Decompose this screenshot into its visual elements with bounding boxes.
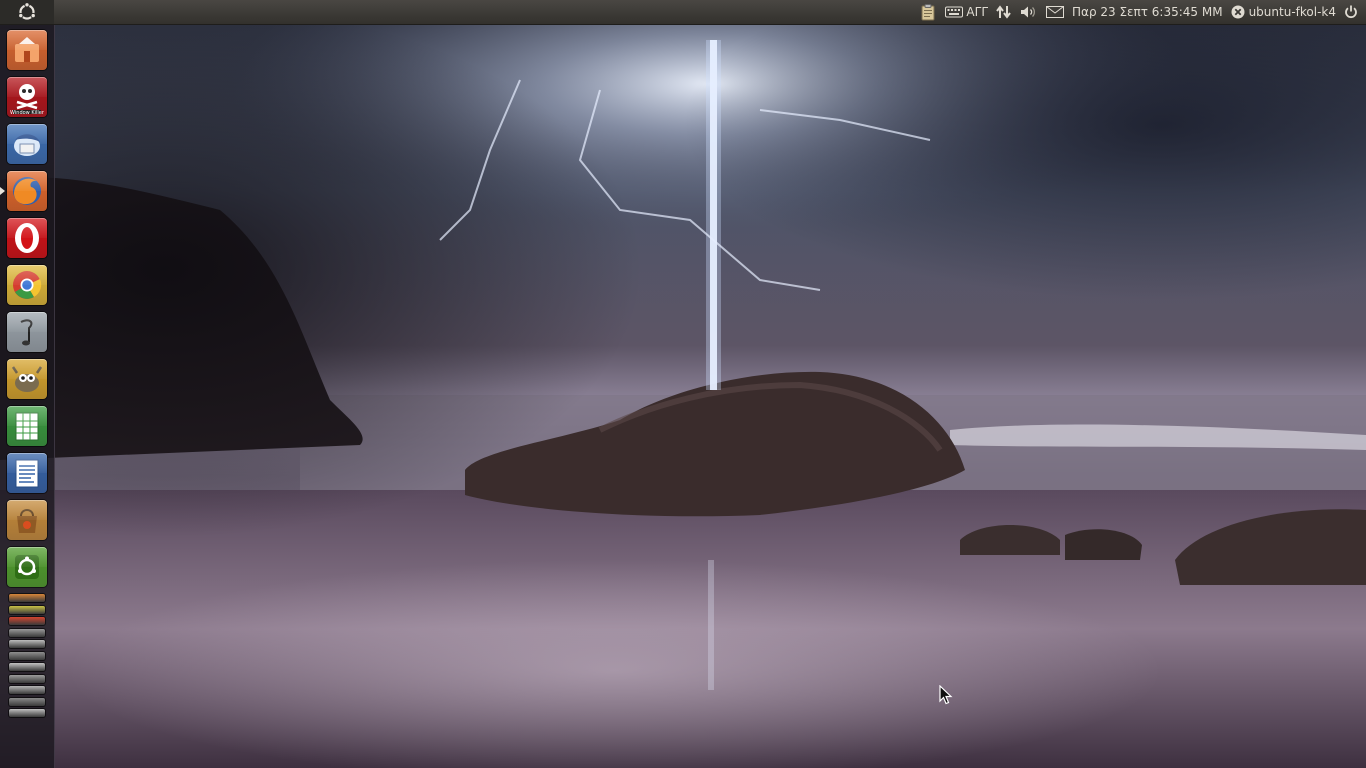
me-menu-indicator[interactable]: ubuntu-fkol-k4 xyxy=(1227,0,1340,24)
stacked-app-icon[interactable] xyxy=(9,594,45,602)
mouse-pointer-icon xyxy=(939,685,953,705)
keyboard-indicator[interactable]: ΑΓΓ xyxy=(941,0,992,24)
software-center-icon xyxy=(17,509,37,533)
keyboard-icon xyxy=(945,6,964,18)
launcher-item-writer-document[interactable] xyxy=(7,453,47,493)
stacked-app-icon[interactable] xyxy=(9,617,45,625)
session-username: ubuntu-fkol-k4 xyxy=(1248,5,1336,19)
launcher-item-system-settings[interactable] xyxy=(7,547,47,587)
launcher-item-home-folder[interactable] xyxy=(7,30,47,70)
top-panel: ΑΓΓ Παρ 23 Σεπτ 6:35:45 ΜΜ ubuntu-fkol-k… xyxy=(0,0,1366,25)
indicator-area: ΑΓΓ Παρ 23 Σεπτ 6:35:45 ΜΜ ubuntu-fkol-k… xyxy=(915,0,1362,24)
stacked-app-icon[interactable] xyxy=(9,640,45,648)
system-settings-icon xyxy=(15,555,39,579)
chrome-icon xyxy=(13,271,42,299)
stacked-app-icon[interactable] xyxy=(9,686,45,694)
messaging-indicator[interactable] xyxy=(1042,0,1068,24)
session-indicator[interactable] xyxy=(1340,0,1362,24)
clock-indicator[interactable]: Παρ 23 Σεπτ 6:35:45 ΜΜ xyxy=(1068,0,1227,24)
gimp-icon xyxy=(11,366,43,392)
stacked-app-icon[interactable] xyxy=(9,697,45,706)
stacked-app-icon[interactable] xyxy=(9,605,45,614)
keyboard-layout-label: ΑΓΓ xyxy=(966,5,989,19)
clipboard-indicator[interactable] xyxy=(915,0,941,24)
launcher-item-caption: Window Killer xyxy=(10,110,44,116)
launcher-item-software-center[interactable] xyxy=(7,500,47,540)
launcher-item-firefox[interactable] xyxy=(7,171,47,211)
envelope-icon xyxy=(1046,6,1065,18)
power-icon xyxy=(1345,5,1357,19)
user-status-offline-icon xyxy=(1231,5,1245,19)
launcher-item-gimp[interactable] xyxy=(7,359,47,399)
stacked-app-icon[interactable] xyxy=(9,663,45,671)
opera-icon xyxy=(15,223,39,253)
clipboard-icon xyxy=(921,4,935,21)
stacked-app-icon[interactable] xyxy=(9,709,45,717)
clock-datetime: Παρ 23 Σεπτ 6:35:45 ΜΜ xyxy=(1072,5,1223,19)
inkscape-icon xyxy=(20,319,33,346)
launcher-item-thunderbird[interactable] xyxy=(7,124,47,164)
network-updown-icon xyxy=(996,5,1011,19)
launcher-item-opera[interactable] xyxy=(7,218,47,258)
launcher-item-inkscape[interactable] xyxy=(7,312,47,352)
stacked-app-icon[interactable] xyxy=(9,651,45,660)
network-indicator[interactable] xyxy=(992,0,1016,24)
firefox-icon xyxy=(13,177,41,205)
stacked-app-icon[interactable] xyxy=(9,674,45,683)
thunderbird-icon xyxy=(14,134,40,156)
volume-icon xyxy=(1021,6,1036,18)
desktop-wallpaper xyxy=(0,0,1366,768)
launcher-item-window-killer[interactable]: Window Killer xyxy=(7,77,47,117)
launcher-item-chrome[interactable] xyxy=(7,265,47,305)
launcher-item-calc-spreadsheet[interactable] xyxy=(7,406,47,446)
ubuntu-logo-icon xyxy=(18,2,36,20)
stacked-app-icon[interactable] xyxy=(9,628,45,637)
home-folder-icon xyxy=(15,37,39,62)
unity-launcher: Window Killer xyxy=(0,25,55,768)
calc-spreadsheet-icon xyxy=(15,412,39,441)
dash-home-button[interactable] xyxy=(0,0,54,24)
writer-document-icon xyxy=(15,459,39,488)
running-indicator xyxy=(0,187,5,195)
sound-indicator[interactable] xyxy=(1016,0,1042,24)
